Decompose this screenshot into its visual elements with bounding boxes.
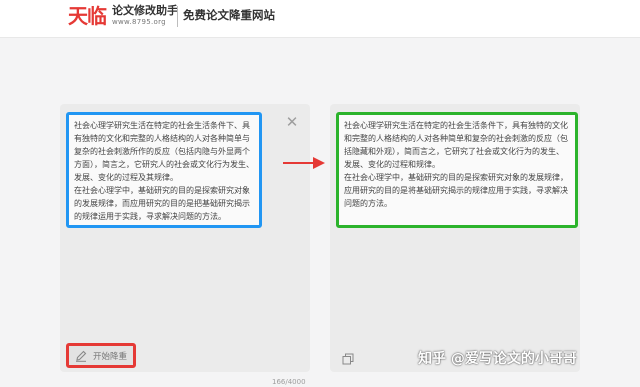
input-paragraph: 在社会心理学中，基础研究的目的是探索研究对象的发展规律，而应用研究的目的是把基础… — [74, 186, 250, 221]
logo-divider — [177, 6, 178, 27]
logo-url: www.8795.org — [112, 18, 166, 26]
watermark: 知乎 @爱写论文的小哥哥 — [418, 351, 577, 367]
site-slogan: 免费论文降重网站 — [183, 8, 275, 22]
input-textarea[interactable]: 社会心理学研究生活在特定的社会生活条件下、具有独特的文化和完整的人格结构的人对各… — [66, 112, 262, 228]
char-counter: 166/4000 — [272, 378, 306, 386]
output-paragraph: 社会心理学研究生活在特定的社会生活条件下，具有独特的文化和完整的人格结构的人对各… — [344, 121, 568, 169]
logo-mark[interactable]: 天临 — [68, 6, 107, 26]
arrow-right-icon — [283, 157, 325, 169]
start-rewrite-button[interactable]: 开始降重 — [66, 343, 136, 368]
input-paragraph: 社会心理学研究生活在特定的社会生活条件下、具有独特的文化和完整的人格结构的人对各… — [74, 121, 254, 182]
copy-icon[interactable] — [342, 353, 354, 365]
start-rewrite-label: 开始降重 — [93, 351, 128, 362]
logo-name: 论文修改助手 — [112, 4, 178, 17]
pen-icon — [76, 350, 87, 362]
output-text: 社会心理学研究生活在特定的社会生活条件下，具有独特的文化和完整的人格结构的人对各… — [336, 112, 578, 228]
output-paragraph: 在社会心理学中，基础研究的目的是探索研究对象的发展规律，应用研究的目的是将基础研… — [344, 173, 568, 208]
close-icon[interactable]: ✕ — [285, 115, 299, 130]
site-header: 天临 论文修改助手 www.8795.org 免费论文降重网站 — [0, 0, 640, 38]
